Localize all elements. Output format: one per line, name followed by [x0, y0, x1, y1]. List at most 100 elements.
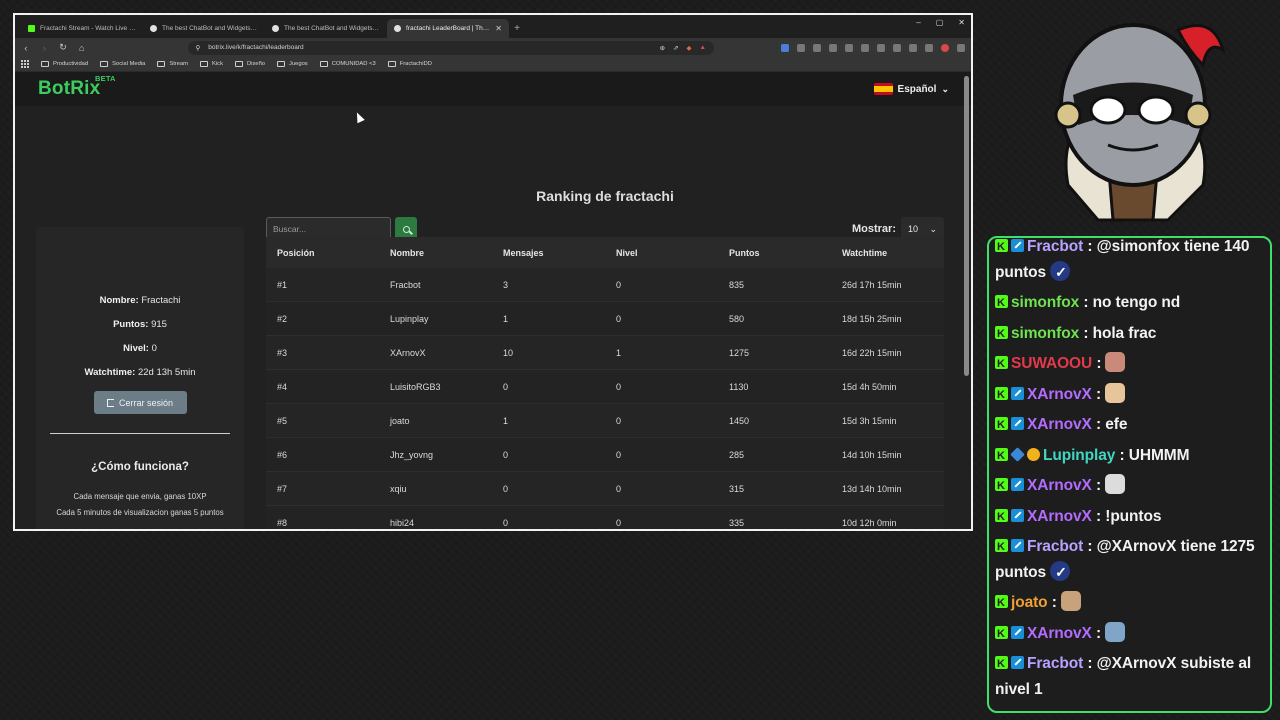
logo-text: BotRix — [38, 78, 101, 99]
back-icon[interactable]: ‹ — [21, 43, 31, 53]
maximize-button[interactable]: ▢ — [936, 18, 944, 27]
table-cell: 0 — [616, 313, 622, 324]
chat-username[interactable]: XArnovX — [1027, 386, 1092, 403]
column-header[interactable]: Watchtime — [842, 248, 955, 258]
table-cell: 0 — [616, 381, 622, 392]
table-cell: 315 — [729, 483, 745, 494]
chat-message: XArnovX : — [995, 473, 1264, 500]
bookmark-folder[interactable]: Productividad — [41, 61, 88, 67]
chat-message: Fracbot : @XArnovX tiene 1275 puntos — [995, 534, 1264, 585]
table-cell: #2 — [277, 313, 288, 324]
extensions-puzzle-icon[interactable] — [908, 43, 917, 52]
browser-tab[interactable]: Fractachi Stream - Watch Live on Kick — [21, 19, 143, 38]
chat-extension-icon[interactable] — [796, 43, 805, 52]
chat-username[interactable]: SUWAOOU — [1011, 355, 1092, 372]
vpn-icon[interactable] — [924, 43, 933, 52]
bookmark-folder[interactable]: COMUNIDAD <3 — [319, 61, 376, 67]
tab-close-icon[interactable]: ✕ — [495, 24, 502, 33]
menu-icon[interactable] — [956, 43, 965, 52]
chat-username[interactable]: simonfox — [1011, 325, 1079, 342]
chat-username[interactable]: XArnovX — [1027, 508, 1092, 525]
browser-toolbar: ‹ › ↻ ⌂ ⚲ botrix.live/k/fractachi/leader… — [15, 38, 971, 57]
bookmark-label: Diseño — [246, 61, 266, 67]
spain-flag-icon — [873, 83, 893, 95]
new-tab-button[interactable]: + — [509, 19, 525, 38]
cube-badge-icon — [1010, 446, 1025, 462]
chat-username[interactable]: joato — [1011, 594, 1048, 611]
bookmark-label: FractachiDD — [399, 61, 432, 67]
verified-icon — [1050, 560, 1071, 585]
reload-icon[interactable]: ↻ — [58, 42, 68, 53]
chat-message: Lupinplay : UHMMM — [995, 443, 1264, 469]
home-icon[interactable]: ⌂ — [77, 43, 87, 53]
botrix-logo[interactable]: BotRix BETA — [38, 74, 115, 100]
media-icon[interactable] — [844, 43, 853, 52]
column-header[interactable]: Posición — [277, 248, 390, 258]
chat-text: : — [1096, 355, 1102, 372]
verified-icon — [1050, 260, 1071, 285]
bookmark-folder[interactable]: Diseño — [234, 61, 266, 67]
bookmark-folder[interactable]: Kick — [200, 61, 223, 67]
table-cell: 13d 14h 10min — [842, 483, 902, 494]
chat-username[interactable]: XArnovX — [1027, 625, 1092, 642]
column-header[interactable]: Nombre — [390, 248, 503, 258]
chat-username[interactable]: Fracbot — [1027, 238, 1083, 255]
table-cell: 15d 4h 50min — [842, 381, 897, 392]
bookmark-folder[interactable]: Stream — [157, 61, 188, 67]
chat-username[interactable]: Fracbot — [1027, 655, 1083, 672]
chevron-down-icon: ⌄ — [929, 223, 937, 234]
table-cell: 10 — [503, 347, 514, 358]
site-info-icon[interactable]: ⚲ — [196, 44, 201, 52]
kick-badge-icon — [995, 238, 1008, 261]
wallet-icon[interactable] — [892, 43, 901, 52]
capture-extension-icon[interactable] — [812, 43, 821, 52]
scrollbar[interactable] — [964, 76, 969, 376]
rewards-icon[interactable]: ▲ — [700, 44, 706, 51]
folder-icon — [387, 61, 396, 67]
share-icon[interactable]: ⇗ — [673, 44, 678, 52]
sidebar-toggle-icon[interactable] — [876, 43, 885, 52]
chat-username[interactable]: XArnovX — [1027, 416, 1092, 433]
chat-text: : — [1051, 594, 1057, 611]
profile-avatar-icon[interactable] — [940, 43, 949, 52]
column-header[interactable]: Nivel — [616, 248, 729, 258]
download-icon[interactable] — [828, 43, 837, 52]
reading-list-icon[interactable] — [860, 43, 869, 52]
close-window-button[interactable]: ✕ — [958, 18, 965, 27]
table-row: #1 Fracbot 3 0 835 26d 17h 15min — [266, 268, 944, 302]
table-cell: 1 — [616, 347, 622, 358]
table-cell: 285 — [729, 449, 745, 460]
zoom-icon[interactable]: ⊕ — [660, 44, 665, 52]
table-cell: joato — [390, 415, 410, 426]
chat-username[interactable]: simonfox — [1011, 294, 1079, 311]
column-header[interactable]: Puntos — [729, 248, 842, 258]
table-cell: 16d 22h 15min — [842, 347, 902, 358]
language-selector[interactable]: Español ⌄ — [873, 83, 949, 95]
minimize-button[interactable]: – — [916, 18, 920, 27]
brave-shield-icon[interactable]: ◆ — [687, 44, 692, 52]
chat-username[interactable]: Fracbot — [1027, 538, 1083, 555]
forward-icon[interactable]: › — [40, 43, 50, 53]
bookmark-folder[interactable]: Social Media — [100, 61, 145, 67]
translate-extension-icon[interactable] — [780, 43, 789, 52]
chat-username[interactable]: Lupinplay — [1043, 447, 1115, 464]
browser-tab[interactable]: The best ChatBot and Widgets for Ki — [143, 19, 265, 38]
address-bar[interactable]: ⚲ botrix.live/k/fractachi/leaderboard ⊕ … — [187, 40, 714, 55]
bookmark-label: Social Media — [112, 61, 146, 67]
chat-username[interactable]: XArnovX — [1027, 477, 1092, 494]
bookmark-folder[interactable]: Juegos — [277, 61, 308, 67]
logout-label: Cerrar sesión — [118, 397, 174, 408]
table-cell: xqiu — [390, 483, 407, 494]
profile-level: Nivel: 0 — [123, 343, 157, 354]
table-cell: #7 — [277, 483, 288, 494]
logout-button[interactable]: Cerrar sesión — [93, 391, 187, 414]
bookmark-folder[interactable]: FractachiDD — [387, 61, 432, 67]
apps-grid-icon[interactable] — [21, 60, 29, 68]
browser-tab[interactable]: fractachi LeaderBoard | The best ✕ — [387, 19, 509, 38]
emote-icon — [1105, 621, 1126, 642]
column-header[interactable]: Mensajes — [503, 248, 616, 258]
browser-tab[interactable]: The best ChatBot and Widgets for Ki — [265, 19, 387, 38]
tab-favicon-icon — [272, 25, 279, 32]
table-cell: #8 — [277, 517, 288, 528]
folder-icon — [234, 61, 243, 67]
